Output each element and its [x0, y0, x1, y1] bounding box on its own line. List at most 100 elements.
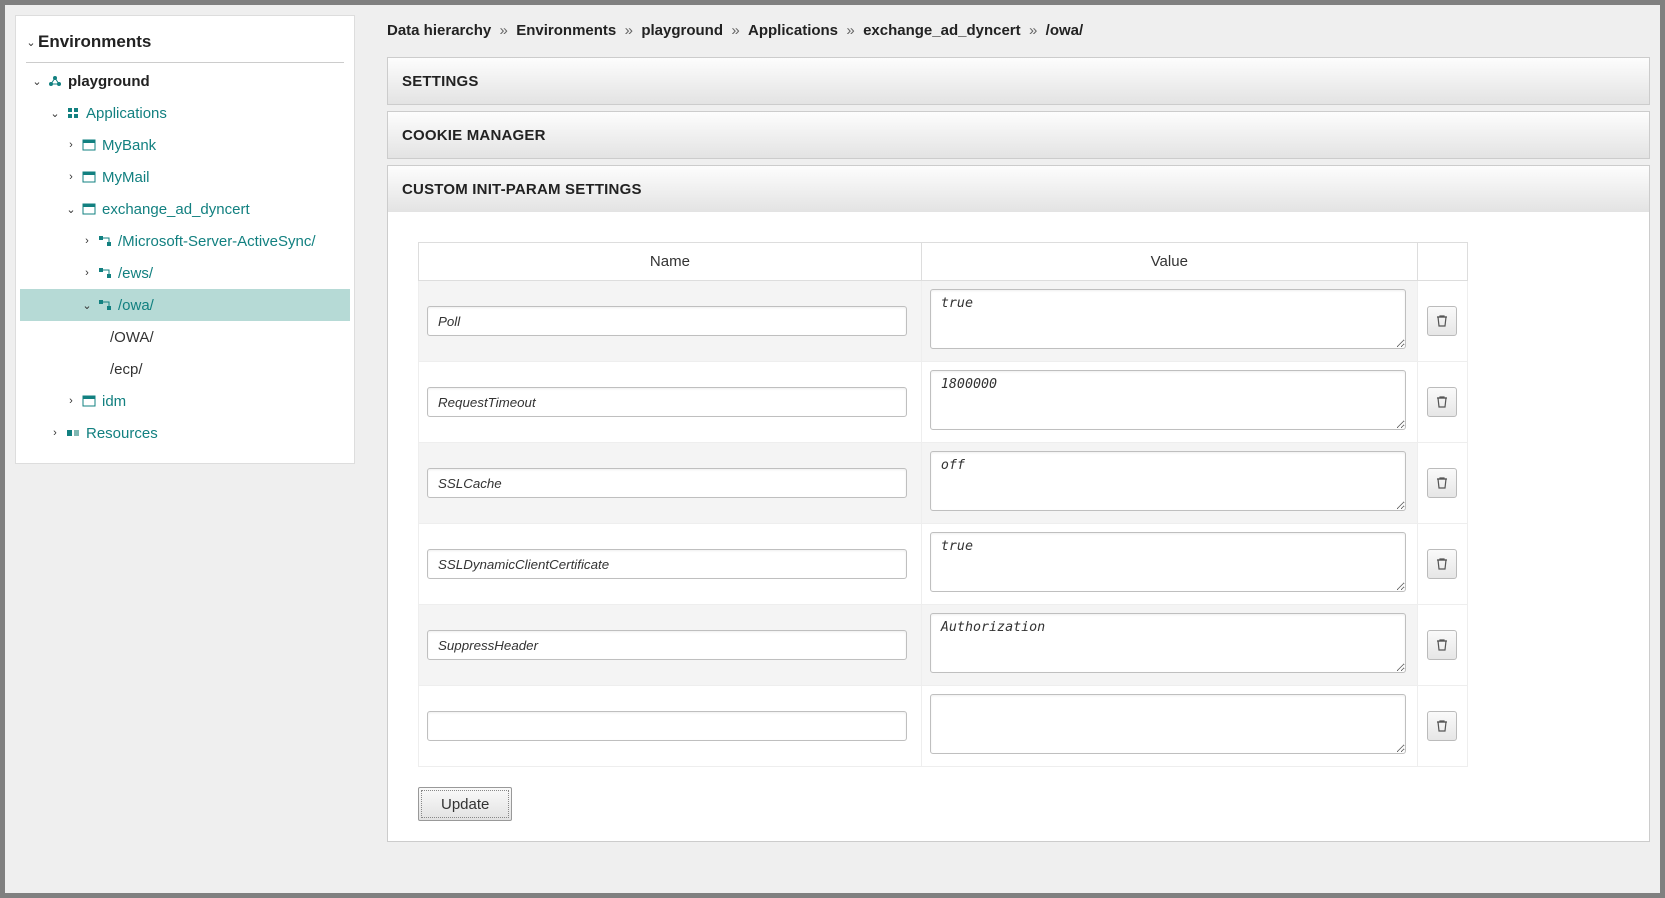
- breadcrumb-item[interactable]: Environments: [516, 22, 616, 39]
- param-name-input[interactable]: [427, 306, 907, 336]
- panel-title: COOKIE MANAGER: [402, 127, 546, 144]
- tree-item-label: exchange_ad_dyncert: [102, 201, 250, 218]
- trash-icon: [1435, 637, 1449, 654]
- trash-icon: [1435, 475, 1449, 492]
- table-row: [419, 524, 1468, 605]
- param-value-input[interactable]: [930, 289, 1406, 349]
- tree-applications[interactable]: ⌄ Applications: [20, 97, 350, 129]
- trash-icon: [1435, 394, 1449, 411]
- param-value-input[interactable]: [930, 370, 1406, 430]
- tree-route-activesync[interactable]: › /Microsoft-Server-ActiveSync/: [20, 225, 350, 257]
- chevron-down-icon: ⌄: [48, 107, 62, 120]
- tree-item-label: MyBank: [102, 137, 156, 154]
- app-icon: [80, 395, 98, 407]
- apps-icon: [64, 107, 82, 119]
- delete-row-button[interactable]: [1427, 711, 1457, 741]
- app-icon: [80, 139, 98, 151]
- delete-row-button[interactable]: [1427, 549, 1457, 579]
- chevron-down-icon: ⌄: [80, 299, 94, 312]
- param-value-input[interactable]: [930, 451, 1406, 511]
- param-value-input[interactable]: [930, 613, 1406, 673]
- breadcrumb-item[interactable]: Applications: [748, 22, 838, 39]
- param-value-input[interactable]: [930, 694, 1406, 754]
- column-header-actions: [1417, 243, 1467, 281]
- chevron-right-icon: ›: [48, 427, 62, 439]
- tree-environment-playground[interactable]: ⌄ playground: [20, 65, 350, 97]
- app-icon: [80, 203, 98, 215]
- breadcrumb-item[interactable]: exchange_ad_dyncert: [863, 22, 1021, 39]
- param-value-input[interactable]: [930, 532, 1406, 592]
- tree-item-label: /Microsoft-Server-ActiveSync/: [118, 233, 316, 250]
- tree-item-label: /owa/: [118, 297, 154, 314]
- tree-item-label: Resources: [86, 425, 158, 442]
- tree-app-exchange[interactable]: ⌄ exchange_ad_dyncert: [20, 193, 350, 225]
- tree-section-label: Environments: [38, 32, 151, 52]
- delete-row-button[interactable]: [1427, 468, 1457, 498]
- tree-resources[interactable]: › Resources: [20, 417, 350, 449]
- tree-item-label: /ews/: [118, 265, 153, 282]
- panel-header-custom[interactable]: CUSTOM INIT-PARAM SETTINGS: [388, 166, 1649, 212]
- tree-section-environments[interactable]: ⌄ Environments: [20, 26, 350, 58]
- tree-item-label: /OWA/: [110, 329, 154, 346]
- chevron-down-icon: ⌄: [24, 36, 38, 49]
- breadcrumb-separator: »: [620, 22, 641, 39]
- panel-custom-init-param: CUSTOM INIT-PARAM SETTINGS Name Value Up…: [387, 165, 1650, 842]
- breadcrumb: Data hierarchy » Environments » playgrou…: [387, 22, 1650, 39]
- route-icon: [96, 235, 114, 247]
- tree-item-label: Applications: [86, 105, 167, 122]
- chevron-right-icon: ›: [64, 395, 78, 407]
- tree-app-mybank[interactable]: › MyBank: [20, 129, 350, 161]
- tree-route-ecp[interactable]: /ecp/: [20, 353, 350, 385]
- breadcrumb-separator: »: [1025, 22, 1046, 39]
- table-row: [419, 605, 1468, 686]
- tree-app-mymail[interactable]: › MyMail: [20, 161, 350, 193]
- tree-route-owa[interactable]: ⌄ /owa/: [20, 289, 350, 321]
- app-icon: [80, 171, 98, 183]
- update-button[interactable]: Update: [418, 787, 512, 821]
- breadcrumb-item[interactable]: Data hierarchy: [387, 22, 491, 39]
- divider: [26, 62, 344, 63]
- cluster-icon: [46, 75, 64, 87]
- chevron-right-icon: ›: [64, 139, 78, 151]
- tree-item-label: idm: [102, 393, 126, 410]
- tree-route-owa-upper[interactable]: /OWA/: [20, 321, 350, 353]
- tree-item-label: /ecp/: [110, 361, 143, 378]
- panel-title: CUSTOM INIT-PARAM SETTINGS: [402, 181, 642, 198]
- tree-route-ews[interactable]: › /ews/: [20, 257, 350, 289]
- chevron-down-icon: ⌄: [30, 75, 44, 88]
- delete-row-button[interactable]: [1427, 387, 1457, 417]
- delete-row-button[interactable]: [1427, 306, 1457, 336]
- panel-cookie: COOKIE MANAGER: [387, 111, 1650, 159]
- breadcrumb-separator: »: [842, 22, 863, 39]
- panel-header-cookie[interactable]: COOKIE MANAGER: [388, 112, 1649, 158]
- table-row: [419, 686, 1468, 767]
- panel-header-settings[interactable]: SETTINGS: [388, 58, 1649, 104]
- param-name-input[interactable]: [427, 549, 907, 579]
- init-param-table: Name Value: [418, 242, 1468, 767]
- table-row: [419, 362, 1468, 443]
- breadcrumb-separator: »: [495, 22, 516, 39]
- table-row: [419, 443, 1468, 524]
- tree-panel: ⌄ Environments ⌄ playground ⌄ Applicatio…: [15, 15, 355, 464]
- delete-row-button[interactable]: [1427, 630, 1457, 660]
- param-name-input[interactable]: [427, 711, 907, 741]
- breadcrumb-item[interactable]: playground: [641, 22, 723, 39]
- table-row: [419, 281, 1468, 362]
- panel-settings: SETTINGS: [387, 57, 1650, 105]
- trash-icon: [1435, 313, 1449, 330]
- param-name-input[interactable]: [427, 468, 907, 498]
- tree-item-label: playground: [68, 73, 150, 90]
- chevron-right-icon: ›: [80, 267, 94, 279]
- param-name-input[interactable]: [427, 387, 907, 417]
- tree-app-idm[interactable]: › idm: [20, 385, 350, 417]
- route-icon: [96, 267, 114, 279]
- resources-icon: [64, 427, 82, 439]
- tree-item-label: MyMail: [102, 169, 150, 186]
- chevron-right-icon: ›: [80, 235, 94, 247]
- column-header-name: Name: [419, 243, 922, 281]
- panel-title: SETTINGS: [402, 73, 479, 90]
- chevron-right-icon: ›: [64, 171, 78, 183]
- breadcrumb-item[interactable]: /owa/: [1046, 22, 1084, 39]
- param-name-input[interactable]: [427, 630, 907, 660]
- column-header-value: Value: [921, 243, 1417, 281]
